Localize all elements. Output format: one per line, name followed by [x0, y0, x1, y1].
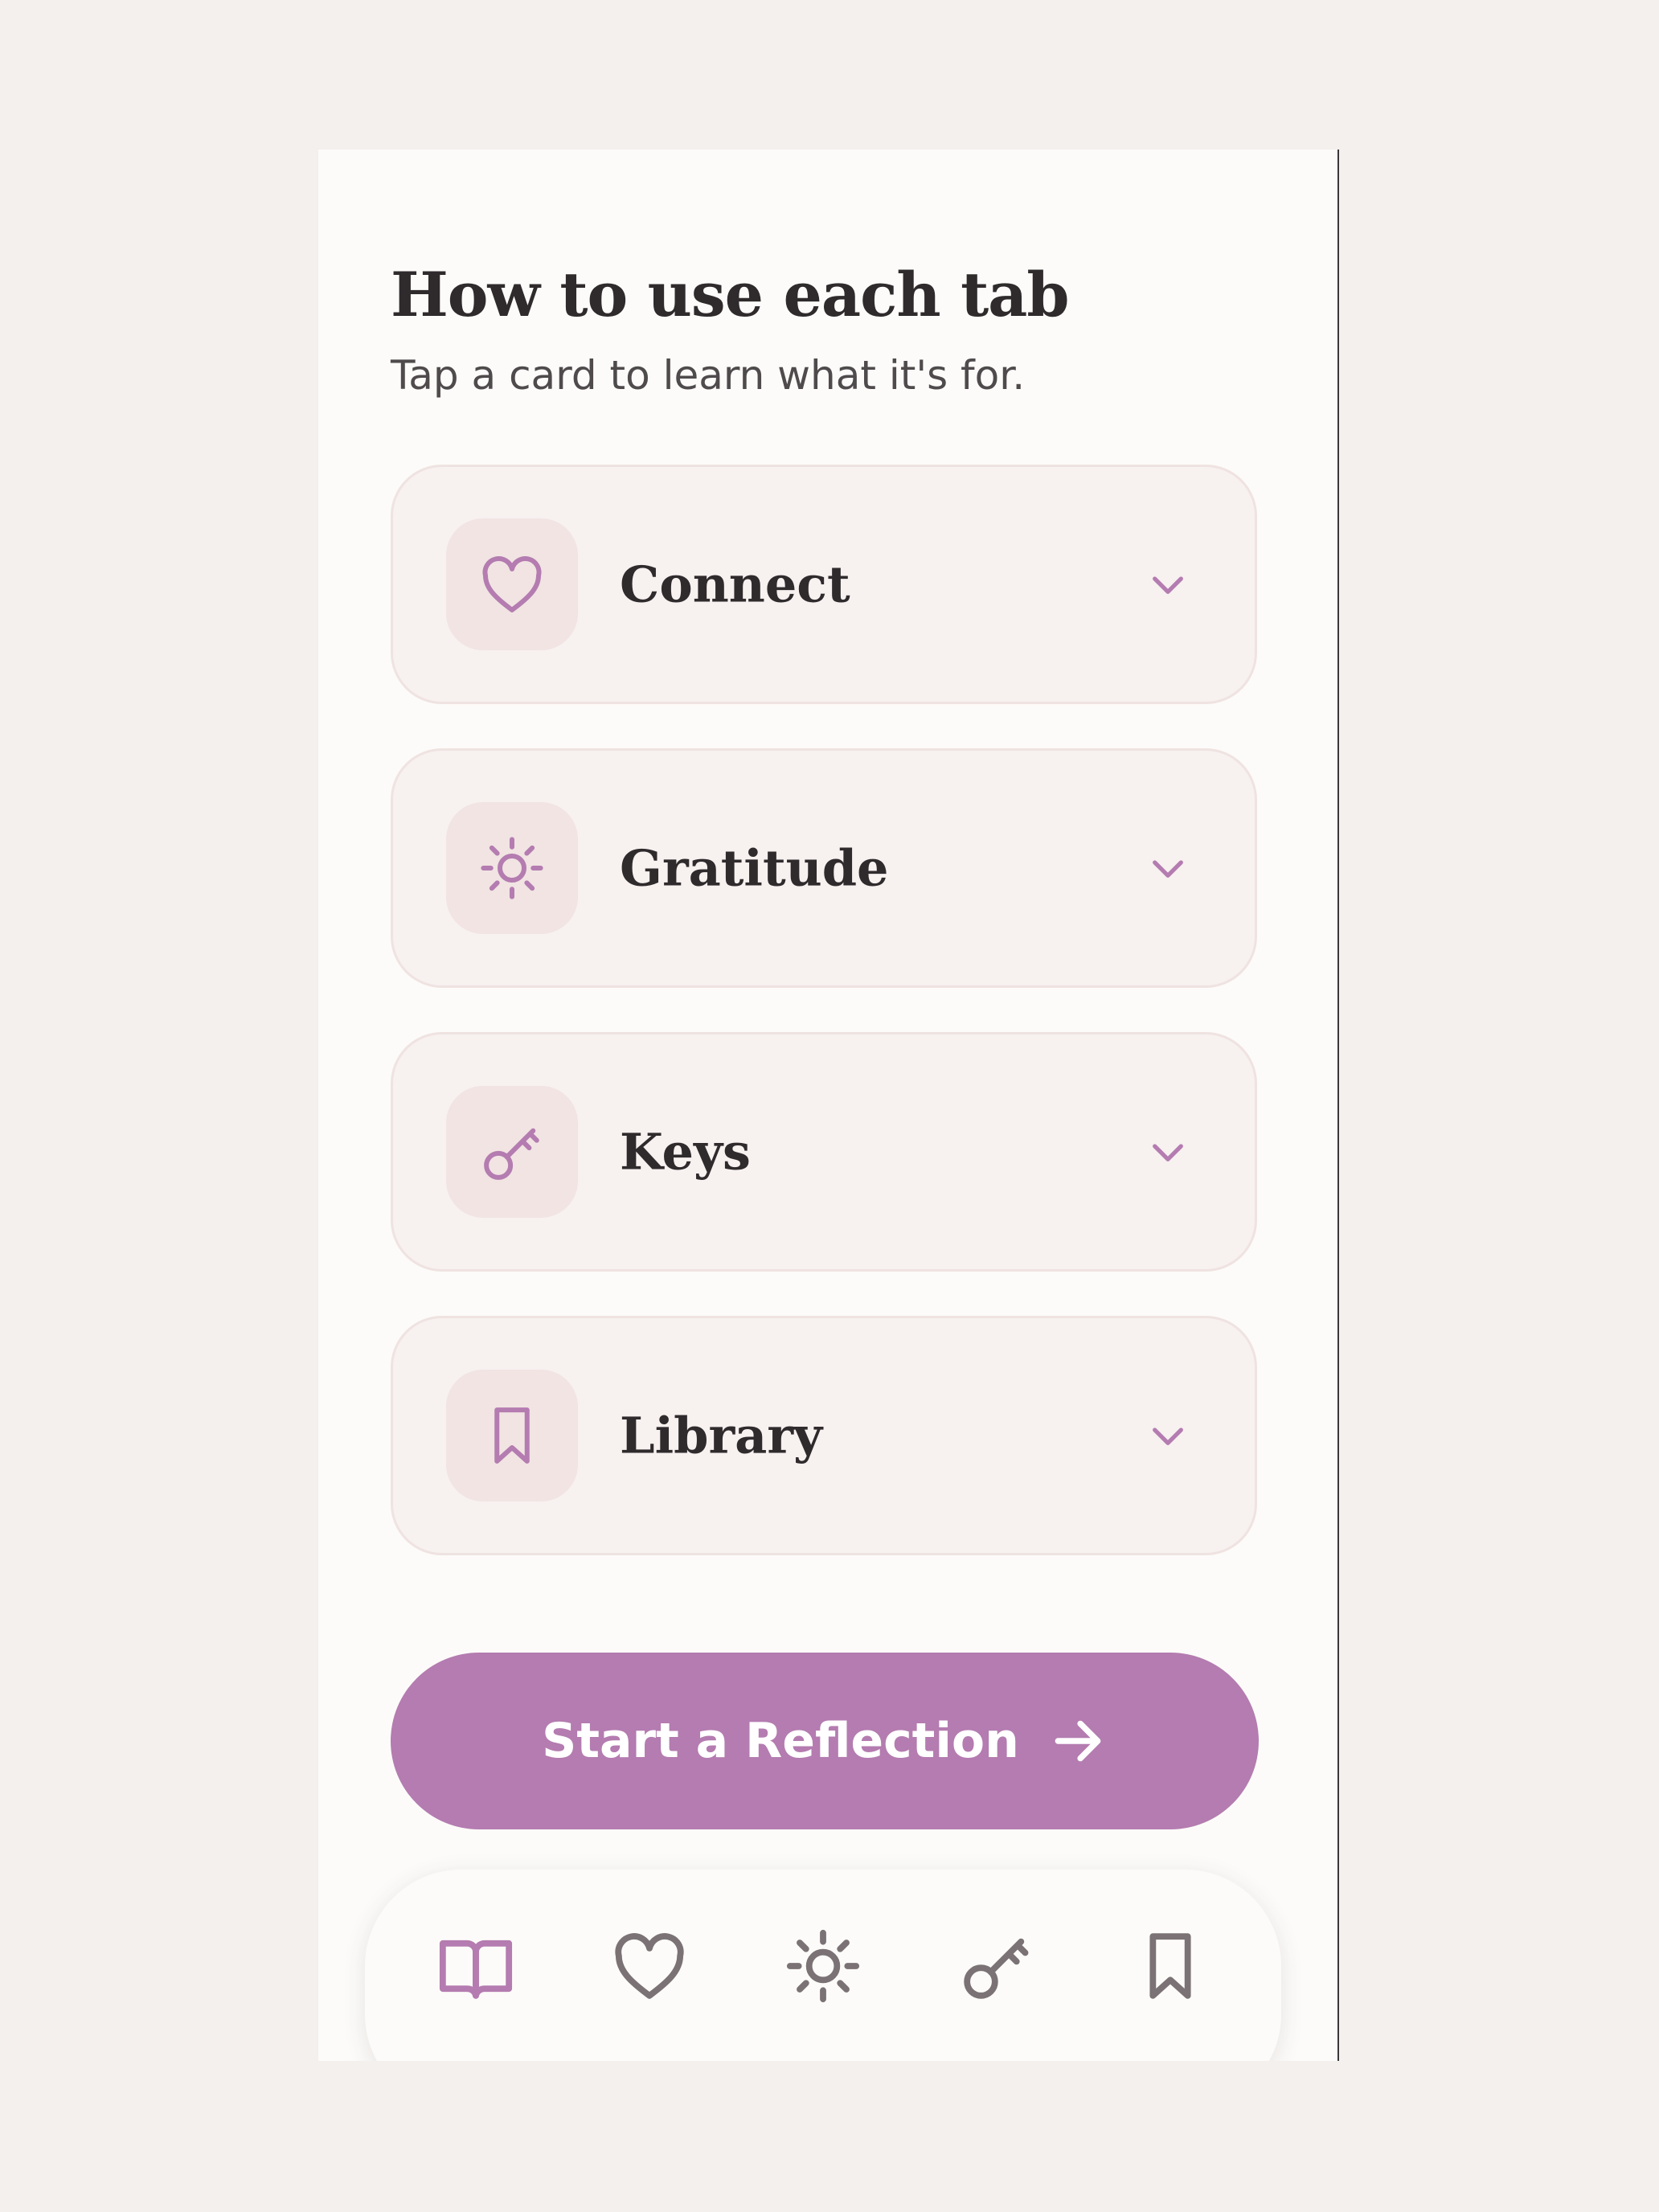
book-icon: [439, 1940, 513, 1999]
bookmark-icon: [1149, 1933, 1191, 1999]
start-reflection-label: Start a Reflection: [542, 1713, 1019, 1769]
tab-guide[interactable]: [428, 1918, 524, 2014]
chevron-down-icon: [1153, 576, 1183, 594]
chevron-down-icon: [1153, 1428, 1183, 1445]
card-connect[interactable]: Connect: [391, 465, 1257, 704]
page-subtitle: Tap a card to learn what it's for.: [391, 352, 1026, 399]
tab-keys[interactable]: [948, 1918, 1045, 2014]
card-library[interactable]: Library: [391, 1316, 1257, 1555]
card-label-library: Library: [620, 1406, 823, 1465]
card-keys[interactable]: Keys: [391, 1032, 1257, 1272]
bookmark-icon: [446, 1370, 578, 1501]
card-label-keys: Keys: [620, 1122, 751, 1182]
tab-library[interactable]: [1122, 1918, 1219, 2014]
tab-connect[interactable]: [601, 1918, 698, 2014]
key-icon: [446, 1086, 578, 1218]
phone-screen: How to use each tab Tap a card to learn …: [318, 150, 1339, 2061]
chevron-down-icon: [1153, 860, 1183, 878]
page-title: How to use each tab: [391, 259, 1070, 330]
sun-icon: [786, 1929, 860, 2003]
start-reflection-button[interactable]: Start a Reflection: [391, 1653, 1259, 1829]
chevron-down-icon: [1153, 1144, 1183, 1161]
card-label-connect: Connect: [620, 555, 850, 614]
tab-gratitude[interactable]: [775, 1918, 871, 2014]
heart-icon: [615, 1933, 684, 1999]
bottom-tab-bar: [365, 1870, 1281, 2061]
card-label-gratitude: Gratitude: [620, 838, 889, 898]
arrow-right-icon: [1055, 1720, 1101, 1762]
key-icon: [964, 1938, 1029, 1999]
heart-icon: [446, 518, 578, 650]
sun-icon: [446, 802, 578, 934]
card-gratitude[interactable]: Gratitude: [391, 748, 1257, 988]
